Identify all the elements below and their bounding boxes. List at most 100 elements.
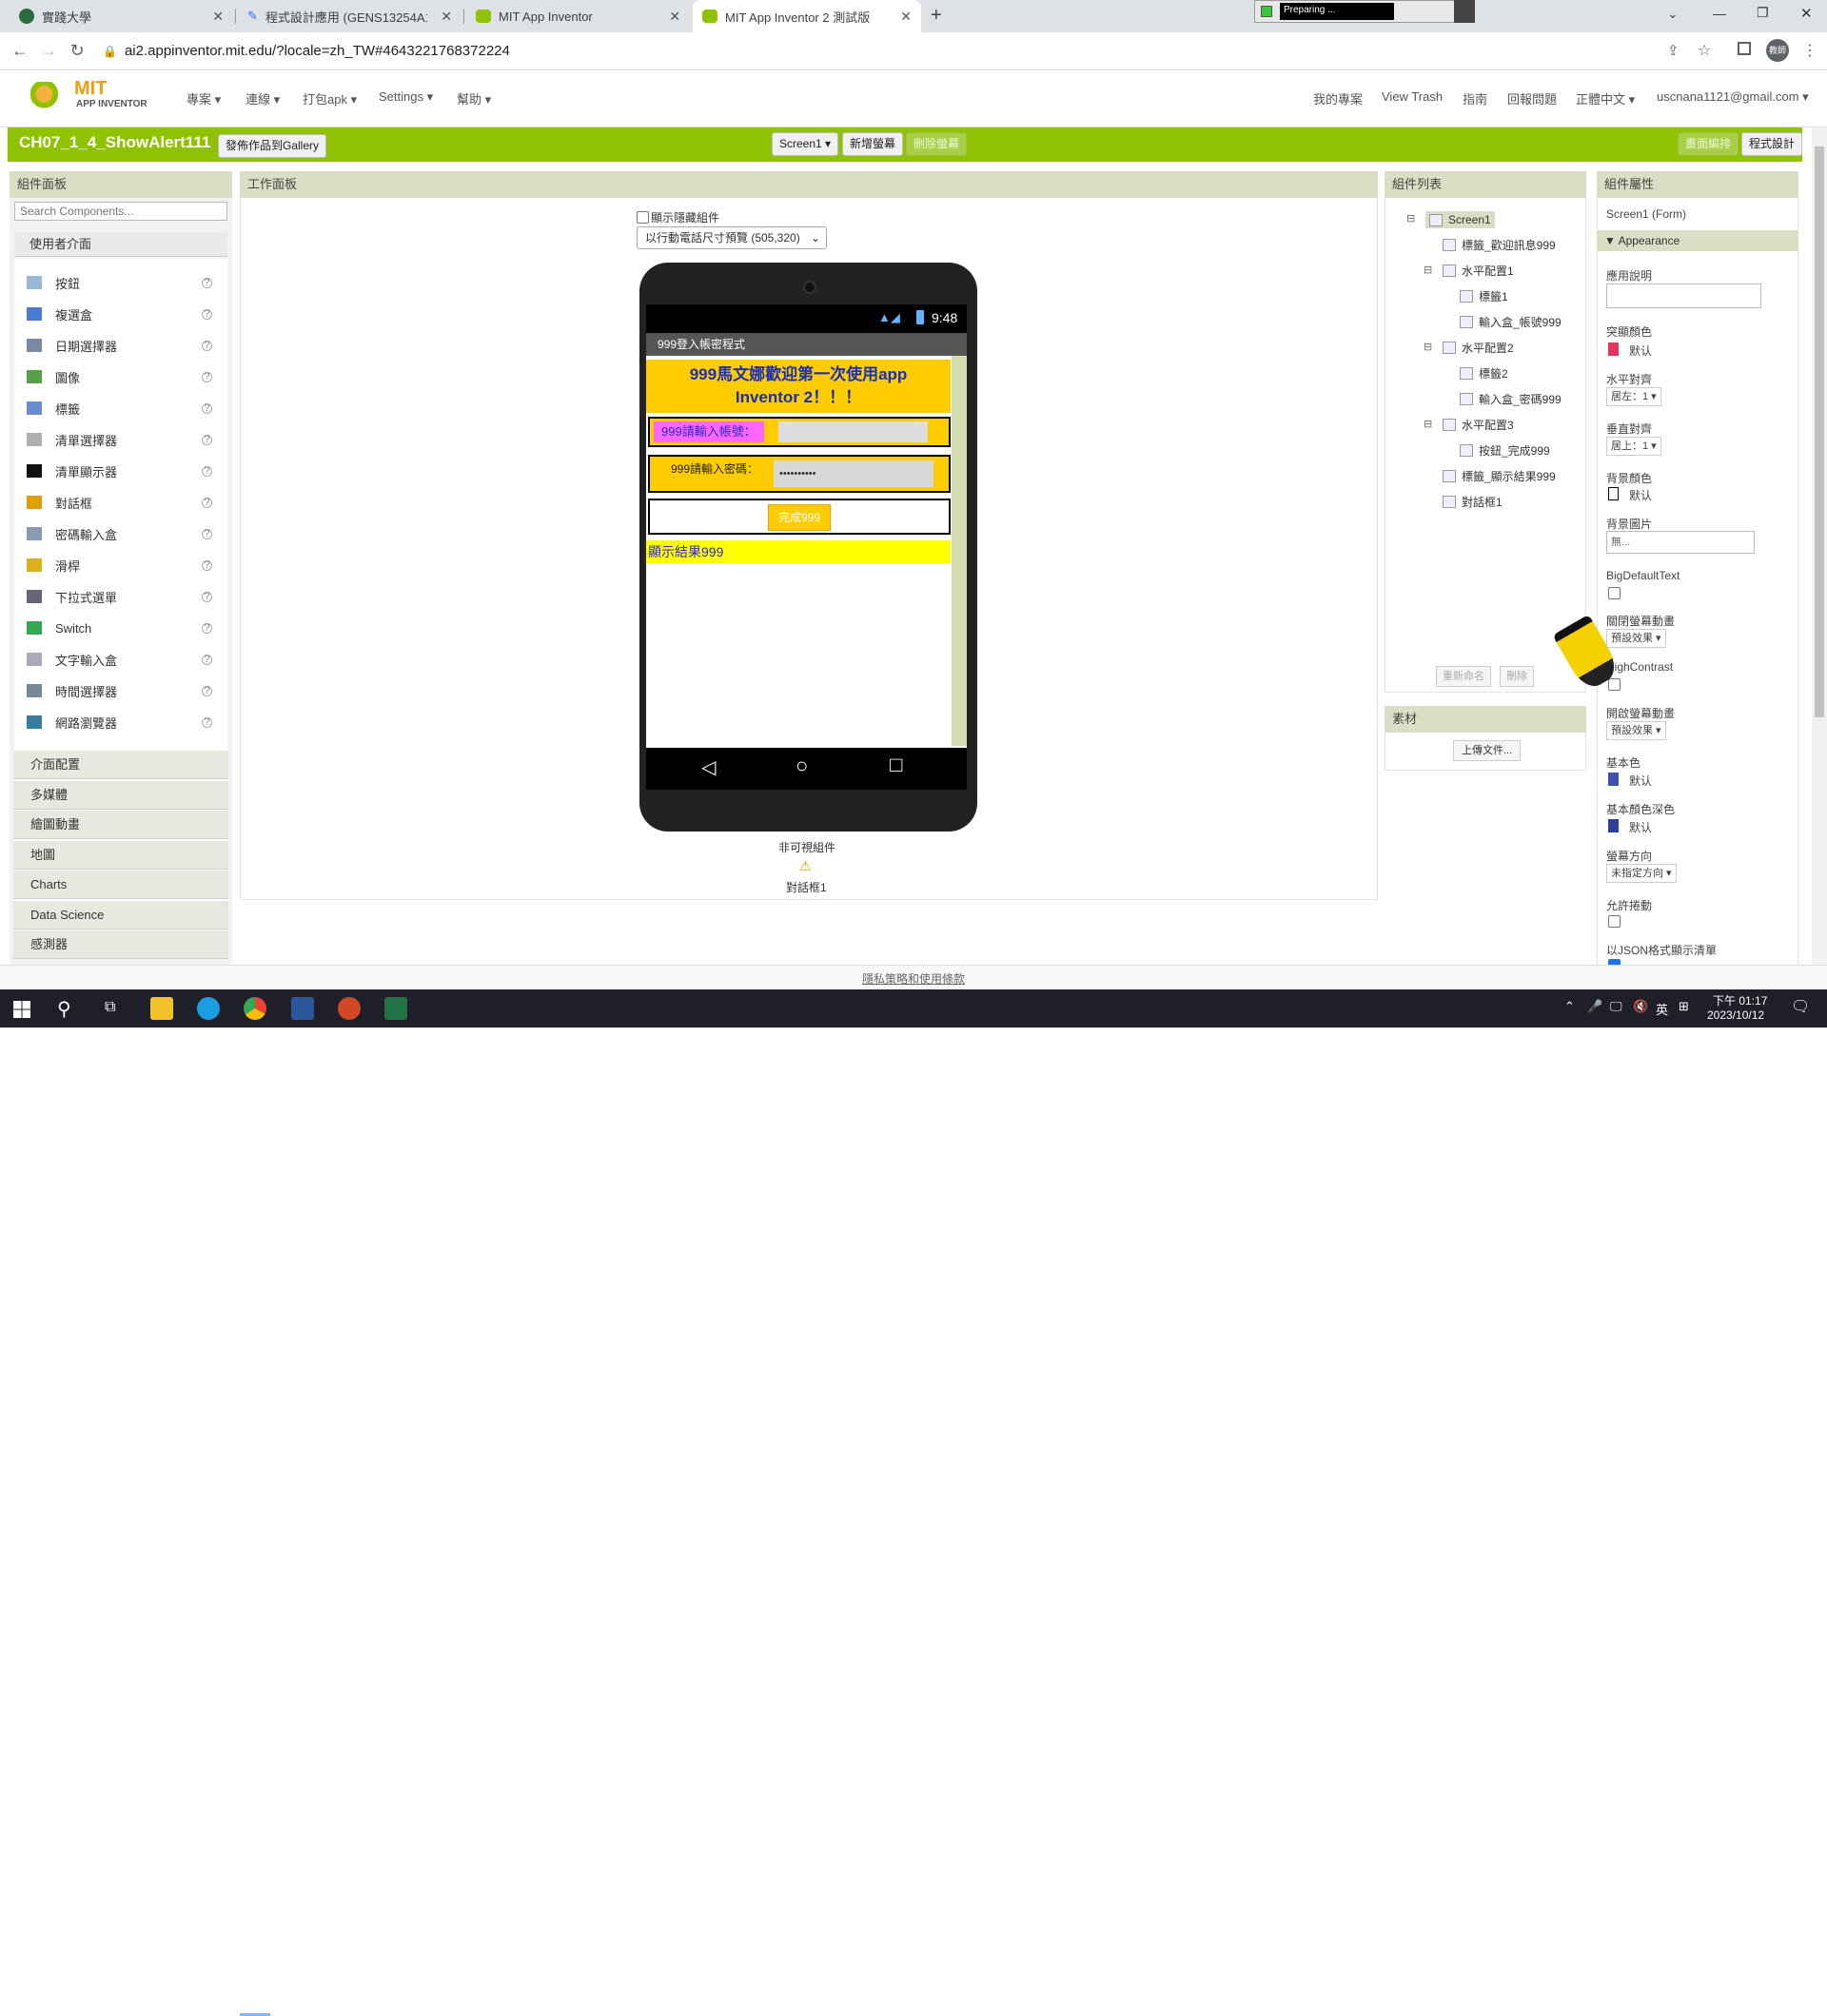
ime-indicator[interactable]: 英 [1656, 1000, 1668, 1018]
palette-category[interactable]: Data Science [13, 900, 228, 930]
align-horizontal-select[interactable]: 居左：1 ▾ [1606, 387, 1661, 406]
open-animation-select[interactable]: 預設效果 ▾ [1606, 721, 1666, 740]
search-components-input[interactable] [14, 202, 227, 221]
powerpoint-icon[interactable] [338, 997, 361, 1020]
tree-toggle-icon[interactable]: ⊟ [1424, 341, 1432, 353]
browser-menu-icon[interactable]: ⋮ [1802, 41, 1817, 60]
app-inventor-logo[interactable]: MIT APP INVENTOR [30, 78, 154, 116]
notification-icon[interactable]: 🗨 [1791, 997, 1810, 1016]
excel-icon[interactable] [384, 997, 407, 1020]
palette-category[interactable]: 繪圖動畫 [13, 811, 228, 839]
help-icon[interactable]: ? [202, 371, 212, 382]
word-icon[interactable] [291, 997, 314, 1020]
close-icon[interactable]: ✕ [212, 9, 224, 25]
menu-help[interactable]: 幫助 ▾ [457, 89, 491, 108]
palette-item[interactable]: 按鈕? [27, 272, 217, 293]
menu-connect[interactable]: 連線 ▾ [246, 89, 280, 108]
palette-item[interactable]: 滑桿? [27, 555, 217, 576]
reload-icon[interactable]: ↻ [65, 41, 89, 61]
screen-select[interactable]: Screen1 ▾ [772, 132, 839, 156]
tab-search-icon[interactable]: ⌄ [1667, 6, 1679, 22]
tree-toggle-icon[interactable]: ⊟ [1424, 418, 1432, 430]
palette-item[interactable]: 下拉式選單? [27, 586, 217, 607]
menu-settings[interactable]: Settings ▾ [379, 89, 433, 105]
chrome-icon[interactable] [244, 997, 266, 1020]
page-scrollbar[interactable] [1812, 127, 1827, 965]
palette-item[interactable]: 圖像? [27, 366, 217, 387]
search-icon[interactable]: ⚲ [57, 997, 71, 1021]
windows-start-icon[interactable] [13, 1001, 30, 1018]
tree-toggle-icon[interactable]: ⊟ [1424, 264, 1432, 276]
about-screen-input[interactable] [1606, 284, 1761, 308]
help-icon[interactable]: ? [202, 591, 212, 602]
high-contrast-checkbox[interactable] [1608, 678, 1621, 691]
help-icon[interactable]: ? [202, 277, 212, 288]
add-screen-button[interactable]: 新增螢幕 [842, 132, 904, 156]
palette-item[interactable]: 複選盒? [27, 303, 217, 324]
menu-build[interactable]: 打包apk ▾ [303, 89, 357, 108]
help-icon[interactable]: ? [202, 497, 212, 508]
tree-item[interactable]: Screen1 [1425, 211, 1495, 228]
palette-item[interactable]: Switch? [27, 617, 217, 638]
rename-button[interactable]: 重新命名 [1436, 666, 1491, 687]
blocks-button[interactable]: 程式設計 [1741, 132, 1802, 156]
tree-item[interactable]: 輸入盒_帳號999 [1460, 314, 1562, 330]
tree-item[interactable]: 標籤_歡迎訊息999 [1443, 237, 1556, 253]
tree-item[interactable]: 標籤2 [1460, 365, 1508, 382]
palette-item[interactable]: 日期選擇器? [27, 335, 217, 356]
minimize-icon[interactable]: — [1713, 6, 1726, 21]
designer-button[interactable]: 畫面編排 [1678, 132, 1739, 156]
show-hidden-checkbox[interactable] [637, 211, 649, 224]
help-icon[interactable]: ? [202, 465, 212, 477]
palette-category[interactable]: 多媒體 [13, 780, 228, 810]
tree-item[interactable]: 標籤1 [1460, 288, 1508, 304]
palette-item[interactable]: 文字輸入盒? [27, 649, 217, 670]
primary-dark-swatch[interactable] [1608, 819, 1619, 832]
password-input[interactable]: •••••••••• [774, 460, 933, 487]
palette-category[interactable]: 感測器 [13, 930, 228, 959]
palette-item[interactable]: 清單選擇器? [27, 429, 217, 450]
help-icon[interactable]: ? [202, 340, 212, 351]
url-field[interactable]: 🔒 ai2.appinventor.mit.edu/?locale=zh_TW#… [103, 43, 510, 59]
help-icon[interactable]: ? [202, 559, 212, 571]
profile-avatar[interactable]: 教師 [1766, 39, 1789, 62]
scrollable-checkbox[interactable] [1608, 915, 1621, 928]
tree-toggle-icon[interactable]: ⊟ [1406, 212, 1415, 225]
palette-item[interactable]: 時間選擇器? [27, 680, 217, 701]
palette-category[interactable]: Charts [13, 871, 228, 899]
remove-screen-button[interactable]: 刪除螢幕 [906, 132, 968, 156]
tree-item[interactable]: 水平配置3 [1443, 417, 1514, 433]
preview-size-select[interactable]: 以行動電話尺寸預覽 (505,320) ⌄ [637, 226, 827, 249]
home-nav-icon[interactable]: ○ [796, 754, 808, 778]
volume-icon[interactable]: 🔇 [1633, 999, 1648, 1014]
ime-mode-icon[interactable]: ⊞ [1679, 999, 1689, 1014]
tree-item[interactable]: 標籤_顯示結果999 [1443, 468, 1556, 484]
tab-shijian[interactable]: 實踐大學 ✕ [10, 0, 233, 32]
tree-item[interactable]: 對話框1 [1443, 494, 1503, 510]
primary-color-swatch[interactable] [1608, 773, 1619, 786]
palette-item[interactable]: 密碼輸入盒? [27, 523, 217, 544]
tree-item[interactable]: 輸入盒_密碼999 [1460, 391, 1562, 407]
appearance-section[interactable]: ▼ Appearance [1597, 230, 1798, 251]
delete-button[interactable]: 刪除 [1500, 666, 1534, 687]
orientation-select[interactable]: 未指定方向 ▾ [1606, 864, 1677, 883]
back-nav-icon[interactable]: ◁ [701, 755, 716, 779]
page-scrollbar-thumb[interactable] [1815, 147, 1824, 717]
microphone-icon[interactable]: 🎤 [1587, 999, 1602, 1014]
palette-item[interactable]: 網路瀏覽器? [27, 712, 217, 733]
guide-link[interactable]: 指南 [1463, 89, 1487, 108]
help-icon[interactable]: ? [202, 622, 212, 634]
close-icon[interactable]: ✕ [669, 9, 680, 25]
help-icon[interactable]: ? [202, 685, 212, 696]
category-user-interface[interactable]: 使用者介面 [14, 232, 227, 257]
help-icon[interactable]: ? [202, 716, 212, 728]
account-menu[interactable]: uscnana1121@gmail.com ▾ [1657, 89, 1809, 105]
upload-file-button[interactable]: 上傳文件... [1453, 740, 1522, 761]
network-icon[interactable]: 🖵 [1610, 999, 1622, 1014]
help-icon[interactable]: ? [202, 402, 212, 414]
clock-time[interactable]: 下午 01:17 [1713, 992, 1767, 1008]
sidebar-icon[interactable] [1738, 42, 1751, 55]
tab-course[interactable]: ✎ 程式設計應用 (GENS13254A1) ✕ [238, 0, 462, 32]
done-button[interactable]: 完成999 [768, 504, 831, 531]
tree-item[interactable]: 按鈕_完成999 [1460, 442, 1550, 459]
